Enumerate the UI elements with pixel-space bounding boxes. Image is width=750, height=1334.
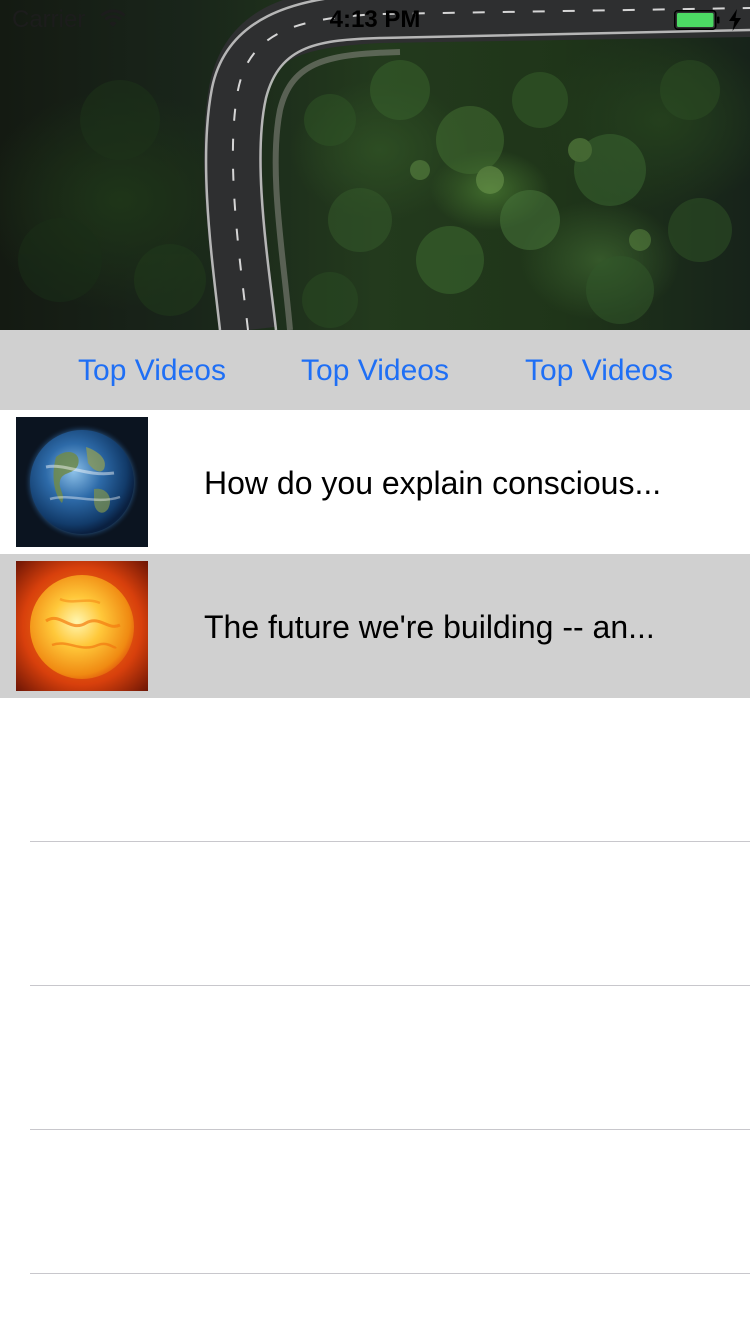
- status-bar: Carrier 4:13 PM: [0, 0, 750, 40]
- video-title: The future we're building -- an...: [204, 609, 655, 645]
- row-separator: [30, 1129, 750, 1130]
- tab-top-videos-2[interactable]: Top Videos: [275, 330, 475, 410]
- earth-thumbnail: [16, 417, 148, 547]
- status-time: 4:13 PM: [329, 6, 421, 33]
- battery-icon: [674, 10, 720, 30]
- video-row[interactable]: How do you explain conscious...: [0, 410, 750, 554]
- sun-thumbnail: [16, 561, 148, 691]
- screen: Carrier 4:13 PM Top Videos Top Videos To…: [0, 0, 750, 1334]
- row-separator: [30, 1273, 750, 1274]
- video-title: How do you explain conscious...: [204, 465, 662, 501]
- header-image: [0, 0, 750, 330]
- tab-top-videos-3[interactable]: Top Videos: [499, 330, 699, 410]
- video-row[interactable]: The future we're building -- an...: [0, 554, 750, 698]
- row-separator: [30, 841, 750, 842]
- charging-icon: [729, 9, 741, 31]
- tab-top-videos-1[interactable]: Top Videos: [52, 330, 252, 410]
- row-separator: [30, 985, 750, 986]
- tab-bar: Top Videos Top Videos Top Videos: [0, 330, 750, 410]
- aerial-road-graphic: [18, 0, 750, 330]
